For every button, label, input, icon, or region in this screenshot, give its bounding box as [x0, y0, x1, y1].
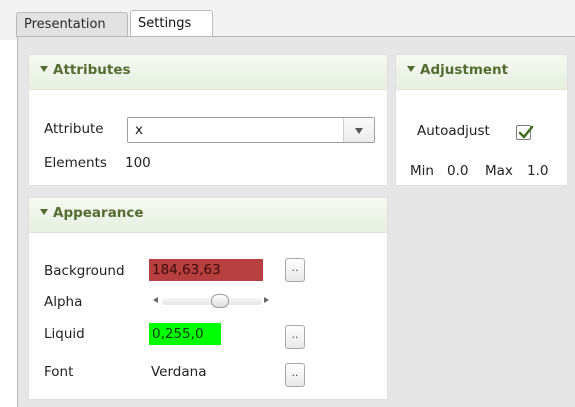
liquid-color-button[interactable]: ..: [285, 325, 305, 349]
appearance-title: Appearance: [53, 205, 144, 221]
liquid-color-swatch: 0,255,0: [149, 323, 221, 345]
tab-settings[interactable]: Settings: [130, 10, 213, 36]
appearance-panel: Appearance Background 184,63,63 .. Alpha…: [28, 197, 388, 400]
min-value: 0.0: [447, 163, 469, 179]
adjustment-panel-header[interactable]: Adjustment: [396, 55, 567, 90]
slider-right-arrow-icon[interactable]: [264, 297, 269, 303]
background-color-swatch: 184,63,63: [149, 259, 263, 281]
elements-label: Elements: [44, 155, 107, 171]
liquid-label: Liquid: [44, 326, 85, 342]
checkmark-icon: [518, 125, 534, 139]
attribute-combobox-value: x: [135, 122, 143, 138]
slider-thumb[interactable]: [211, 294, 230, 308]
slider-left-arrow-icon[interactable]: [153, 297, 158, 303]
collapse-caret-icon[interactable]: [40, 209, 48, 215]
tab-bar: Presentation Settings: [0, 0, 575, 40]
attribute-combobox[interactable]: x: [127, 117, 375, 143]
adjustment-title: Adjustment: [420, 62, 509, 78]
attribute-label: Attribute: [44, 121, 104, 137]
background-color-button[interactable]: ..: [285, 258, 305, 282]
tab-presentation[interactable]: Presentation: [16, 12, 128, 37]
chevron-down-icon: [355, 128, 363, 134]
attributes-panel-header[interactable]: Attributes: [29, 55, 387, 90]
collapse-caret-icon[interactable]: [407, 66, 415, 72]
attributes-title: Attributes: [53, 62, 131, 78]
elements-value: 100: [125, 155, 151, 171]
min-label: Min: [410, 163, 434, 179]
font-label: Font: [44, 364, 74, 380]
autoadjust-checkbox[interactable]: [516, 125, 534, 140]
collapse-caret-icon[interactable]: [40, 66, 48, 72]
adjustment-panel: Adjustment Autoadjust Min 0.0 Max 1.0: [395, 54, 568, 186]
font-value: Verdana: [151, 364, 207, 380]
max-value: 1.0: [527, 163, 549, 179]
attributes-panel: Attributes Attribute x Elements 100: [28, 54, 388, 186]
autoadjust-label: Autoadjust: [417, 123, 490, 139]
settings-tab-body: Attributes Attribute x Elements 100 Adju…: [17, 36, 575, 407]
alpha-label: Alpha: [44, 294, 83, 310]
font-button[interactable]: ..: [285, 363, 305, 387]
max-label: Max: [485, 163, 513, 179]
appearance-panel-header[interactable]: Appearance: [29, 198, 387, 233]
alpha-slider[interactable]: [149, 294, 279, 308]
background-label: Background: [44, 263, 125, 279]
combobox-arrow-button[interactable]: [343, 118, 374, 142]
